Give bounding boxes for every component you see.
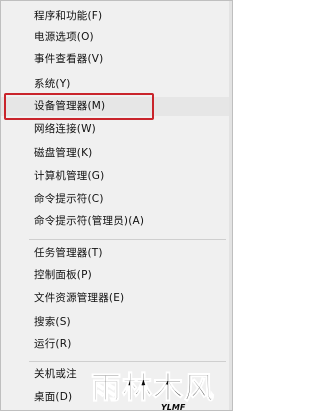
watermark-subtext: YLMF (161, 403, 186, 411)
menu-item-search[interactable]: 搜索(S) (1, 313, 232, 332)
menu-item-network-connections[interactable]: 网络连接(W) (1, 120, 232, 139)
highlight-annotation-box (4, 93, 154, 120)
menu-item-programs-features[interactable]: 程序和功能(F) (1, 7, 232, 26)
watermark-text: 雨林木风 (91, 371, 215, 406)
menu-item-system[interactable]: 系统(Y) (1, 75, 232, 94)
menu-item-disk-management[interactable]: 磁盘管理(K) (1, 144, 232, 163)
menu-item-command-prompt[interactable]: 命令提示符(C) (1, 190, 232, 209)
menu-item-run[interactable]: 运行(R) (1, 335, 232, 354)
menu-right-edge (229, 1, 232, 410)
menu-separator (29, 239, 226, 240)
menu-item-computer-management[interactable]: 计算机管理(G) (1, 167, 232, 186)
menu-item-event-viewer[interactable]: 事件查看器(V) (1, 50, 232, 69)
watermark-logo: 雨林木风 YLMF (91, 371, 215, 411)
menu-item-power-options[interactable]: 电源选项(O) (1, 28, 232, 47)
menu-item-task-manager[interactable]: 任务管理器(T) (1, 244, 232, 263)
menu-item-control-panel[interactable]: 控制面板(P) (1, 266, 232, 285)
menu-separator (29, 361, 226, 362)
menu-item-file-explorer[interactable]: 文件资源管理器(E) (1, 289, 232, 308)
menu-item-command-prompt-admin[interactable]: 命令提示符(管理员)(A) (1, 212, 232, 231)
context-menu: 程序和功能(F) 电源选项(O) 事件查看器(V) 系统(Y) 设备管理器(M)… (0, 0, 233, 411)
